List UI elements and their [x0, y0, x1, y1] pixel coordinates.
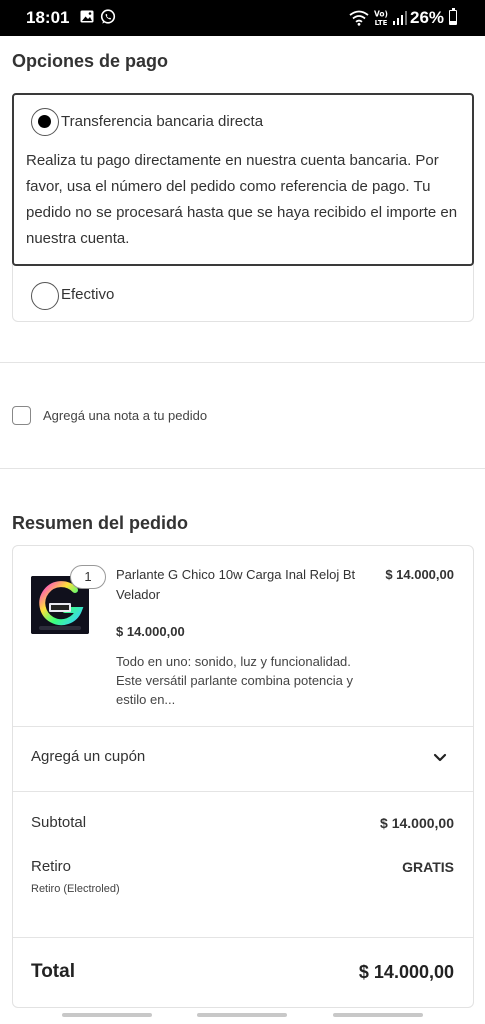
- subtotal-value: $ 14.000,00: [380, 815, 454, 831]
- status-time: 18:01: [26, 8, 70, 27]
- svg-text:LTE: LTE: [375, 19, 388, 27]
- battery-percent: 26%: [410, 8, 445, 27]
- quantity-badge: 1: [70, 565, 106, 589]
- product-line-total: $ 14.000,00: [385, 567, 454, 582]
- whatsapp-icon: [100, 9, 116, 24]
- nav-recents-button[interactable]: [62, 1013, 152, 1017]
- radio-transfer[interactable]: [31, 108, 59, 136]
- divider: [13, 791, 473, 792]
- battery-level: [450, 20, 456, 24]
- order-note-label[interactable]: Agregá una nota a tu pedido: [43, 408, 207, 423]
- svg-text:Vo): Vo): [374, 10, 388, 19]
- volte-icon: Vo) LTE: [374, 10, 388, 28]
- payment-option-transfer-label[interactable]: Transferencia bancaria directa: [61, 113, 263, 130]
- pickup-detail: Retiro (Electroled): [31, 883, 120, 895]
- divider: [13, 726, 473, 727]
- divider: [13, 937, 473, 938]
- pickup-value: GRATIS: [402, 859, 454, 875]
- order-note-checkbox[interactable]: [12, 406, 31, 425]
- divider: [0, 362, 485, 363]
- product-unit-price: $ 14.000,00: [116, 624, 185, 639]
- payment-title: Opciones de pago: [12, 51, 169, 71]
- payment-option-cash-label[interactable]: Efectivo: [61, 286, 114, 303]
- total-label: Total: [31, 961, 75, 982]
- product-description: Todo en uno: sonido, luz y funcionalidad…: [116, 654, 354, 707]
- gallery-icon: [80, 10, 94, 23]
- pickup-label: Retiro: [31, 858, 72, 875]
- payment-transfer-description: Realiza tu pago directamente en nuestra …: [26, 152, 458, 247]
- battery-icon: [449, 8, 457, 25]
- divider: [0, 468, 485, 469]
- total-value: $ 14.000,00: [358, 962, 454, 982]
- coupon-toggle-label[interactable]: Agregá un cupón: [31, 748, 145, 765]
- signal-icon: [393, 11, 407, 25]
- wifi-icon: [349, 10, 369, 26]
- product-name: Parlante G Chico 10w Carga Inal Reloj Bt…: [116, 567, 356, 602]
- summary-title: Resumen del pedido: [12, 513, 189, 533]
- radio-cash[interactable]: [31, 282, 59, 310]
- status-bar: 18:01 Vo) LTE 26%: [0, 0, 485, 36]
- nav-home-button[interactable]: [197, 1013, 287, 1017]
- subtotal-label: Subtotal: [31, 814, 87, 831]
- navigation-bar: [0, 1010, 485, 1024]
- nav-back-button[interactable]: [333, 1013, 423, 1017]
- chevron-down-icon[interactable]: [432, 752, 448, 764]
